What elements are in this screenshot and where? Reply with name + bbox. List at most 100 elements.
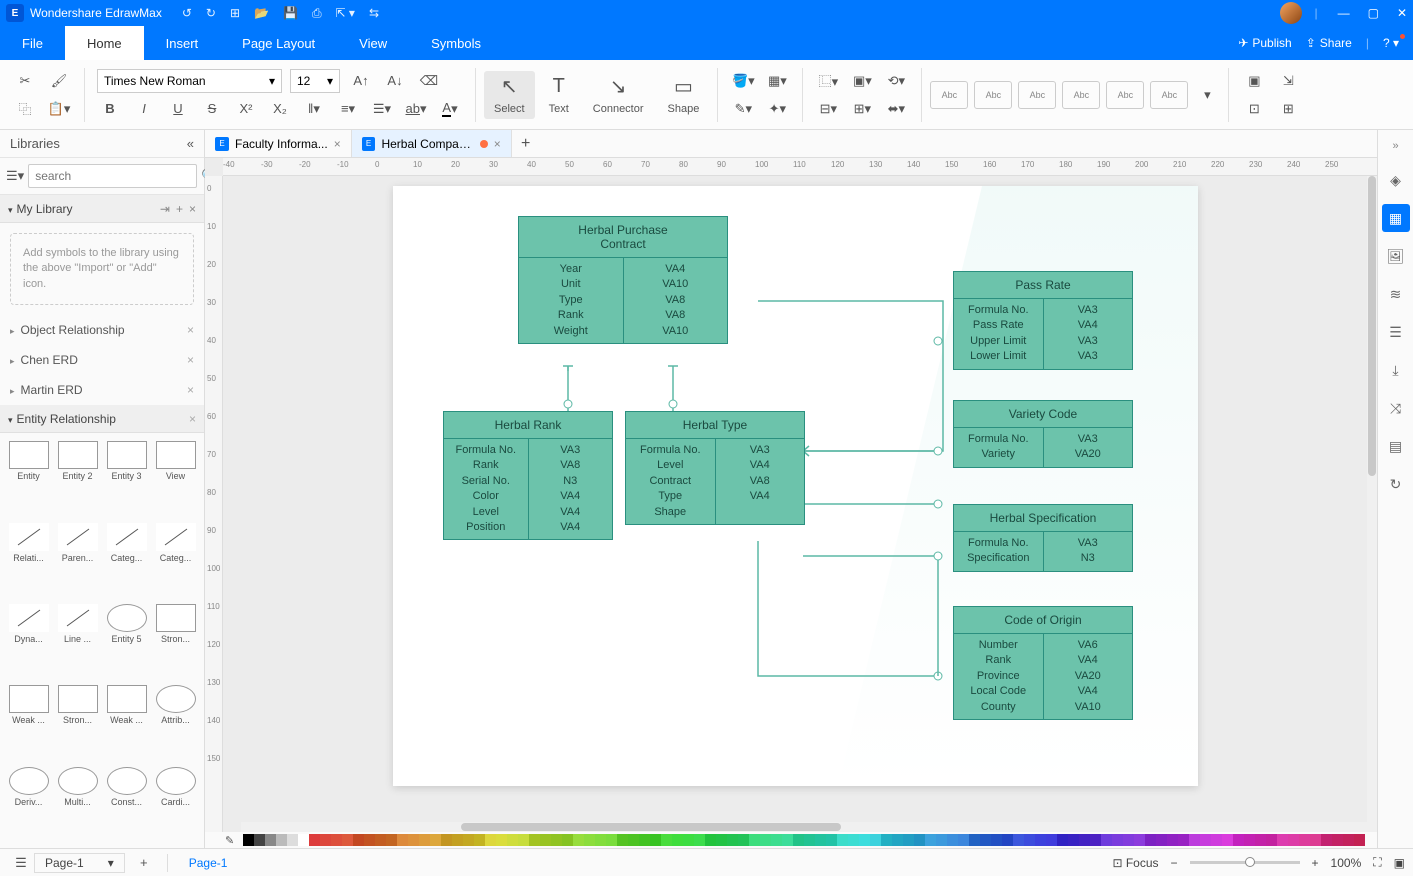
color-swatch[interactable] <box>331 834 342 846</box>
color-swatch[interactable] <box>969 834 980 846</box>
increase-font-icon[interactable]: A↑ <box>348 69 374 93</box>
er-table-herbal-specification[interactable]: Herbal Specification Formula No.Specific… <box>953 504 1133 572</box>
color-swatch[interactable] <box>991 834 1002 846</box>
align-icon[interactable]: ≡▾ <box>335 97 361 121</box>
color-swatch[interactable] <box>265 834 276 846</box>
color-swatch[interactable] <box>1354 834 1365 846</box>
color-swatch[interactable] <box>793 834 804 846</box>
color-swatch[interactable] <box>870 834 881 846</box>
color-swatch[interactable] <box>815 834 826 846</box>
avatar[interactable] <box>1280 2 1302 24</box>
color-swatch[interactable] <box>716 834 727 846</box>
color-swatch[interactable] <box>727 834 738 846</box>
color-swatch[interactable] <box>1134 834 1145 846</box>
color-swatch[interactable] <box>1079 834 1090 846</box>
color-swatch[interactable] <box>738 834 749 846</box>
style-preset-3[interactable]: Abc <box>1018 81 1056 109</box>
arrange-icon[interactable]: ▣▾ <box>849 69 875 93</box>
color-swatch[interactable] <box>826 834 837 846</box>
menu-home[interactable]: Home <box>65 26 144 60</box>
color-swatch[interactable] <box>903 834 914 846</box>
shape-entity-3[interactable]: Entity 3 <box>104 439 149 516</box>
doc-tab-1[interactable]: E Faculty Informa... × <box>205 130 352 157</box>
er-table-herbal-type[interactable]: Herbal Type Formula No.LevelContractType… <box>625 411 805 525</box>
color-swatch[interactable] <box>1266 834 1277 846</box>
section-object-relationship[interactable]: ▸Object Relationship× <box>0 315 204 345</box>
distribute-icon[interactable]: ⊞▾ <box>849 97 875 121</box>
page-tab-1[interactable]: Page-1 <box>178 853 239 873</box>
font-select[interactable]: Times New Roman▾ <box>97 69 282 93</box>
shape-stron-[interactable]: Stron... <box>153 602 198 679</box>
rail-outline-icon[interactable]: ☰ <box>1382 318 1410 346</box>
share-button[interactable]: ⇪ Share <box>1306 36 1352 50</box>
style-preset-1[interactable]: Abc <box>930 81 968 109</box>
new-tab-button[interactable]: + <box>512 130 540 157</box>
color-swatch[interactable] <box>408 834 419 846</box>
color-swatch[interactable] <box>1332 834 1343 846</box>
color-swatch[interactable] <box>1090 834 1101 846</box>
color-swatch[interactable] <box>914 834 925 846</box>
paste-icon[interactable]: 📋▾ <box>46 97 72 121</box>
color-swatch[interactable] <box>309 834 320 846</box>
color-swatch[interactable] <box>397 834 408 846</box>
underline-icon[interactable]: U <box>165 97 191 121</box>
color-swatch[interactable] <box>1057 834 1068 846</box>
shape-categ-[interactable]: Categ... <box>104 521 149 598</box>
shape-cardi-[interactable]: Cardi... <box>153 765 198 842</box>
color-swatch[interactable] <box>540 834 551 846</box>
section-martin-erd[interactable]: ▸Martin ERD× <box>0 375 204 405</box>
color-swatch[interactable] <box>463 834 474 846</box>
my-library-header[interactable]: ▾My Library ⇥ + × <box>0 195 204 223</box>
color-swatch[interactable] <box>947 834 958 846</box>
color-swatch[interactable] <box>1046 834 1057 846</box>
color-swatch[interactable] <box>749 834 760 846</box>
color-swatch[interactable] <box>353 834 364 846</box>
superscript-icon[interactable]: X² <box>233 97 259 121</box>
color-swatch[interactable] <box>1343 834 1354 846</box>
font-size-select[interactable]: 12▾ <box>290 69 340 93</box>
group-icon[interactable]: ⿺▾ <box>815 69 841 93</box>
vertical-scrollbar[interactable] <box>1367 176 1377 822</box>
fullscreen-icon[interactable]: ▣ <box>1394 856 1405 870</box>
fit-page-icon[interactable]: ⛶ <box>1373 855 1381 870</box>
focus-button[interactable]: ⊡ Focus <box>1112 856 1158 870</box>
strike-icon[interactable]: S <box>199 97 225 121</box>
style-preset-5[interactable]: Abc <box>1106 81 1144 109</box>
rail-image-icon[interactable]: 🖼 <box>1382 242 1410 270</box>
redo-icon[interactable]: ↻ <box>206 6 216 20</box>
color-swatch[interactable] <box>485 834 496 846</box>
page[interactable]: Herbal Purchase Contract YearUnitTypeRan… <box>393 186 1198 786</box>
color-swatch[interactable] <box>342 834 353 846</box>
color-swatch[interactable] <box>375 834 386 846</box>
style-preset-2[interactable]: Abc <box>974 81 1012 109</box>
line-style-icon[interactable]: ✦▾ <box>764 97 790 121</box>
color-swatch[interactable] <box>518 834 529 846</box>
color-swatch[interactable] <box>1200 834 1211 846</box>
color-swatch[interactable] <box>980 834 991 846</box>
rail-export-icon[interactable]: ⤓ <box>1382 356 1410 384</box>
entity-relationship-header[interactable]: ▾Entity Relationship × <box>0 405 204 433</box>
add-page-icon[interactable]: + <box>131 851 157 875</box>
zoom-out-icon[interactable]: − <box>1171 856 1178 870</box>
collapse-left-icon[interactable]: « <box>187 136 194 151</box>
menu-insert[interactable]: Insert <box>144 26 221 60</box>
color-swatch[interactable] <box>1178 834 1189 846</box>
new-icon[interactable]: ⊞ <box>230 6 240 20</box>
rail-present-icon[interactable]: ▤ <box>1382 432 1410 460</box>
rail-shuffle-icon[interactable]: ⤨ <box>1382 394 1410 422</box>
color-swatch[interactable] <box>441 834 452 846</box>
menu-view[interactable]: View <box>337 26 409 60</box>
shape-entity[interactable]: Entity <box>6 439 51 516</box>
style-preset-4[interactable]: Abc <box>1062 81 1100 109</box>
color-swatch[interactable] <box>419 834 430 846</box>
shape-deriv-[interactable]: Deriv... <box>6 765 51 842</box>
color-swatch[interactable] <box>1310 834 1321 846</box>
library-menu-icon[interactable]: ☰▾ <box>6 164 24 188</box>
color-swatch[interactable] <box>529 834 540 846</box>
shape-dyna-[interactable]: Dyna... <box>6 602 51 679</box>
shape-entity-2[interactable]: Entity 2 <box>55 439 100 516</box>
color-swatch[interactable] <box>936 834 947 846</box>
layout-icon-1[interactable]: ▣ <box>1241 69 1267 93</box>
color-swatch[interactable] <box>661 834 672 846</box>
canvas[interactable]: Herbal Purchase Contract YearUnitTypeRan… <box>223 176 1377 832</box>
